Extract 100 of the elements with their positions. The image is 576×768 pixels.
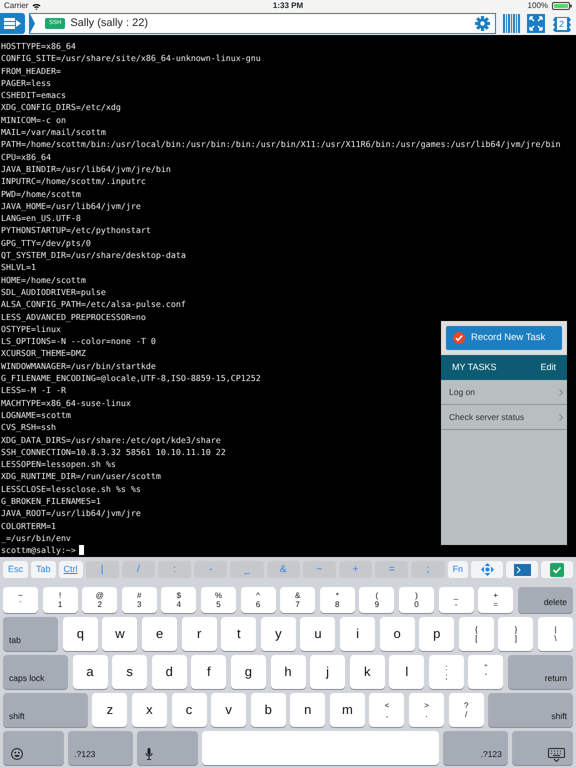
microphone-icon [145,748,154,760]
keyboard-key[interactable]: c [172,693,207,727]
battery-icon [552,2,572,10]
keyboard-key[interactable]: delete [518,587,573,613]
terminal-line: SHLVL=1 [1,261,36,274]
keyboard-key[interactable]: o [380,617,415,651]
keyboard-key[interactable]: h [270,655,306,689]
keyboard-key[interactable]: # 3 [122,587,157,613]
terminal-line: MAIL=/var/mail/scottm [1,126,106,138]
keyboard-key[interactable]: d [152,655,187,689]
terminal-line: ALSA_CONFIG_PATH=/etc/alsa-pulse.conf [1,298,186,311]
keyboard-key[interactable]: ! 1 [42,587,78,613]
terminal-line: LESSCLOSE=lessclose.sh %s %s [1,482,141,495]
keyboard-key[interactable]: } ] [498,617,534,651]
keyboard-key[interactable]: k [350,655,385,689]
keyboard-key[interactable]: p [419,617,454,651]
keyboard-key[interactable]: i [340,617,376,651]
keyboard-key[interactable]: shift [3,693,88,727]
task-item[interactable]: Check server status [441,405,567,430]
terminal-line: _=/usr/bin/env [1,532,71,544]
keyboard-key[interactable]: " ' [468,655,504,689]
keyboard-key[interactable]: n [290,693,326,727]
keyboard-key[interactable]: g [230,655,266,689]
keyboard-key[interactable]: ) 0 [398,587,434,613]
terminal-line: OSTYPE=linux [1,322,61,336]
keyboard-key[interactable]: e [142,617,178,651]
record-task-button[interactable]: Record New Task [446,326,562,350]
keyboard-key[interactable]: j [310,655,346,689]
terminal-line: CVS_RSH=ssh [1,421,56,434]
keyboard-key[interactable]: > . [409,693,444,727]
modifier-key[interactable]: Ctrl [58,561,83,578]
tasks-header: MY TASKS [452,361,497,374]
emoji-key[interactable] [3,731,64,765]
terminal-line: PAGER=less [1,76,51,90]
terminal-line: LOGNAME=scottm [1,408,71,422]
keyboard-key[interactable]: { [ [458,617,494,651]
keyboard-key[interactable]: $ 4 [161,587,196,613]
keyboard-key[interactable]: m [330,693,365,727]
keyboard-key[interactable]: + = [478,587,514,613]
terminal-line: XCURSOR_THEME=DMZ [1,347,86,360]
keyboard-key[interactable]: .?123 [68,731,133,765]
terminal-line: PYTHONSTARTUP=/etc/pythonstart [1,224,151,237]
keyboard-key[interactable]: l [389,655,424,689]
keyboard-key[interactable]: w [102,617,138,651]
terminal-line: PATH=/home/scottm/bin:/usr/local/bin:/usr/bin:/bin:/usr/bin/X11:/usr/X11R6/bin:/usr/games:/usr/lib64/jvm/jre/bin [1,138,560,151]
task-item[interactable]: Log on [441,380,567,405]
keyboard-key[interactable]: tab [3,617,58,651]
keyboard-key[interactable]: caps lock [3,655,68,689]
arrows-key[interactable] [471,561,504,578]
keyboard-key[interactable]: | \ [538,617,573,651]
keyboard-key[interactable]: r [182,617,217,651]
terminal-prompt: scottm@sally:~> [1,544,76,556]
keyboard-key[interactable]: x [132,693,167,727]
keyboard-key[interactable]: ^ 6 [240,587,276,613]
terminal-line: XDG_CONFIG_DIRS=/etc/xdg [1,101,121,114]
keyboard-key[interactable]: < , [369,693,404,727]
keyboard-key[interactable]: & 7 [280,587,316,613]
keyboard-key[interactable]: ? / [448,693,484,727]
done-key[interactable] [541,561,574,578]
sessions-button[interactable]: 2 [552,14,572,34]
terminal-line: SSH_CONNECTION=10.8.3.32 58561 10.10.11.10 22 [1,446,226,458]
keyboard-key[interactable]: ( 9 [359,587,394,613]
keyboard-key[interactable]: * 8 [320,587,355,613]
keyboard-key[interactable]: z [92,693,128,727]
keyboard-key[interactable]: u [300,617,336,651]
terminal-line: PWD=/home/scottm [1,188,81,200]
fullscreen-icon[interactable] [527,14,545,33]
keyboard-key[interactable]: a [72,655,108,689]
keyboard-key[interactable]: % 5 [200,587,236,613]
settings-icon[interactable] [475,16,490,31]
chevron-icon [30,14,35,33]
keyboard-icon [548,748,566,762]
hide-keyboard-key[interactable] [512,731,574,765]
keyboard-key[interactable]: s [112,655,148,689]
barcode-icon[interactable] [503,14,520,33]
keyboard-key[interactable]: t [221,617,256,651]
keyboard-key[interactable]: v [211,693,246,727]
keyboard-key[interactable]: b [250,693,286,727]
keyboard-key[interactable]: @ 2 [82,587,118,613]
keyboard-key[interactable]: .?123 [443,731,508,765]
terminal-line: XDG_DATA_DIRS=/usr/share:/etc/opt/kde3/share [1,434,221,446]
keyboard-key[interactable]: ~ ` [3,587,38,613]
keyboard-key[interactable]: shift [488,693,573,727]
keyboard-key[interactable]: y [260,617,296,651]
clock: 1:33 PM [272,0,304,12]
edit-link[interactable]: Edit [540,361,556,374]
keyboard-key[interactable]: _ - [438,587,474,613]
terminal-line: CSHEDIT=emacs [1,89,66,102]
keyboard-key[interactable]: : ; [428,655,464,689]
terminal-key[interactable] [506,561,538,578]
terminal-line: INPUTRC=/home/scottm/.inputrc [1,175,146,188]
session-name: Sally (sally : 22) [70,16,148,32]
terminal-line: XDG_RUNTIME_DIR=/run/user/scottm [1,470,161,483]
keyboard-key[interactable]: q [62,617,98,651]
menu-button[interactable] [0,13,25,34]
keyboard-key[interactable]: return [508,655,573,689]
wifi-icon [32,2,42,10]
menu-icon [4,17,21,30]
terminal-line: JAVA_ROOT=/usr/lib64/jvm/jre [1,507,141,520]
keyboard-key[interactable]: f [191,655,226,689]
